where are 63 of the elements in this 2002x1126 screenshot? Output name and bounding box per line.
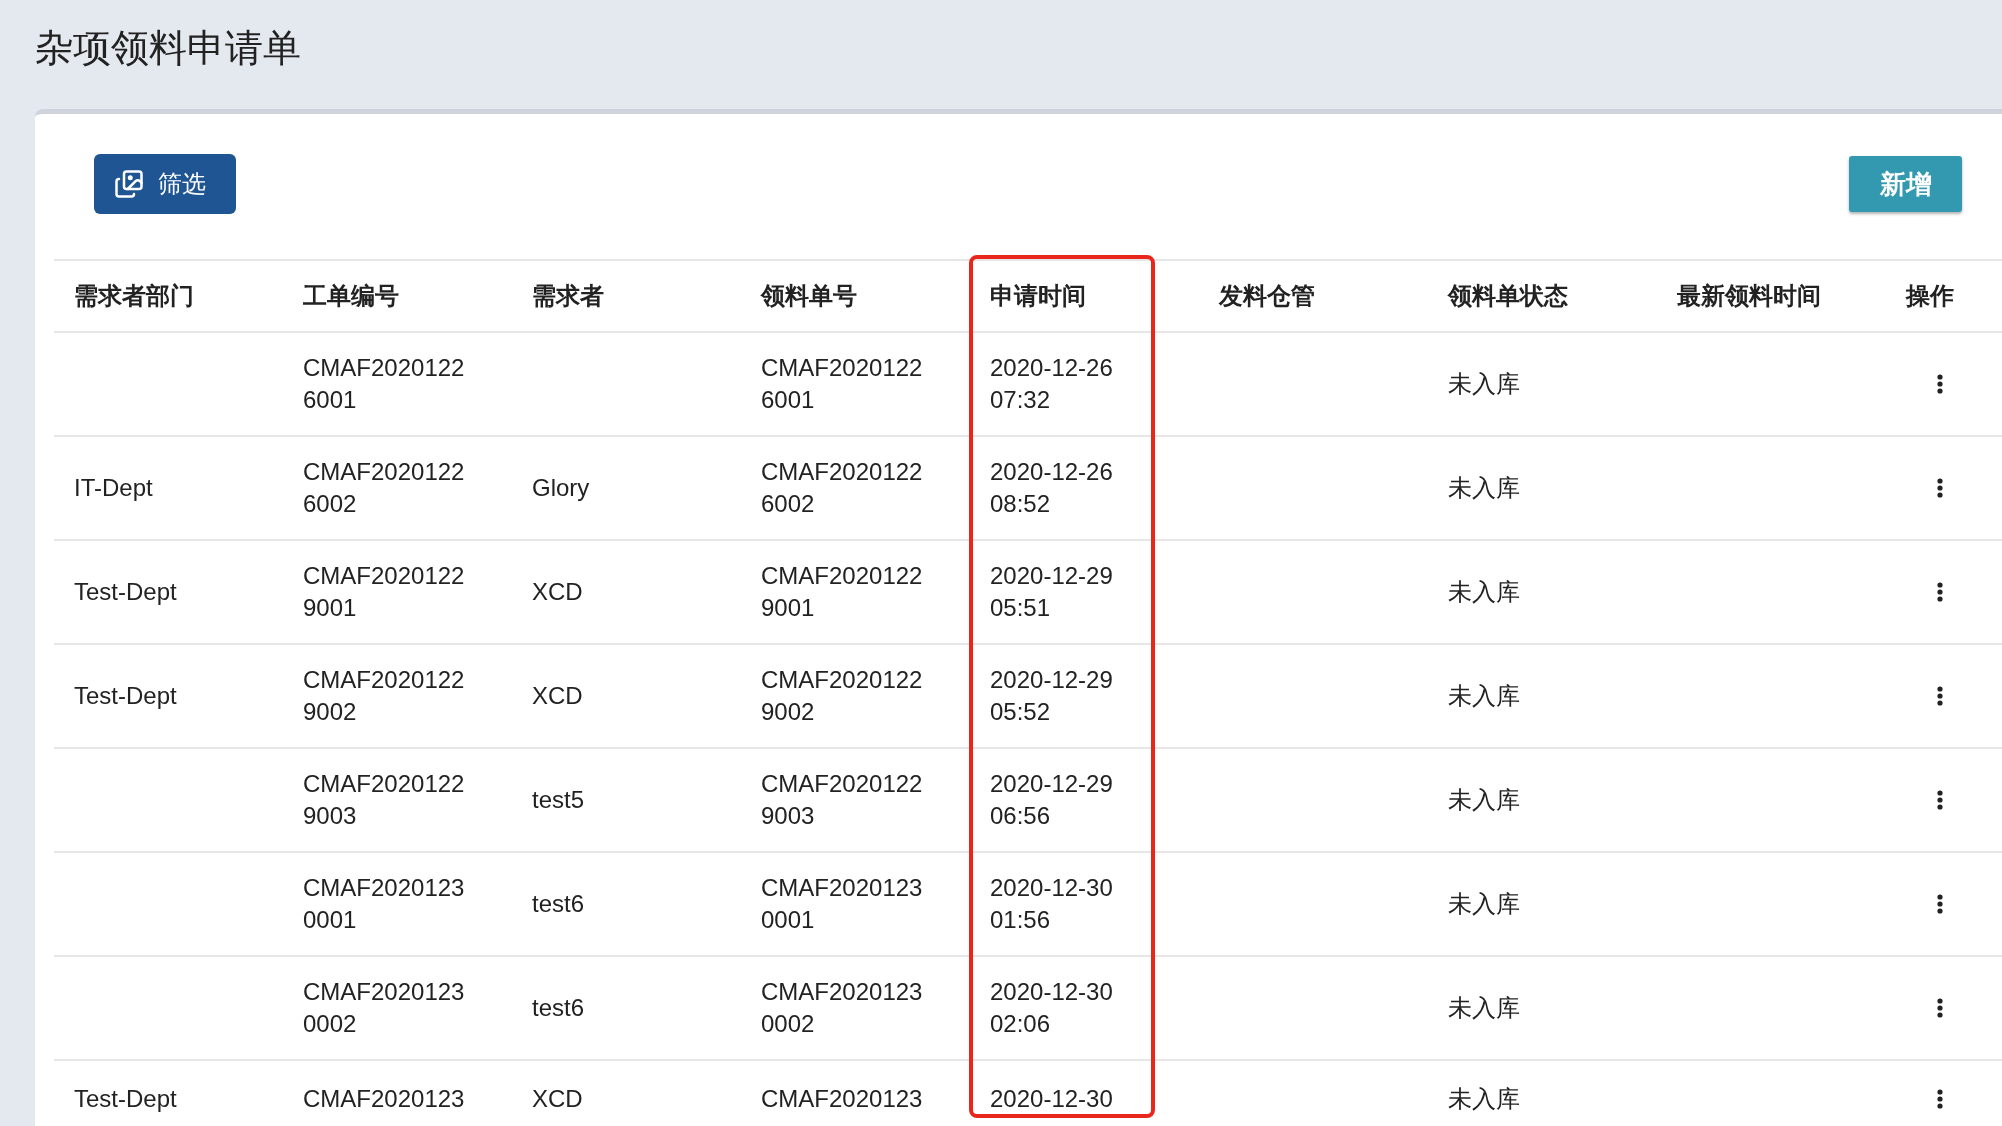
table-cell-text: 未入库 bbox=[1448, 577, 1520, 607]
vertical-dots-icon bbox=[1937, 790, 1943, 810]
table-cell-text: CMAF2020123 0002 bbox=[303, 977, 465, 1039]
table-cell-text: 2020-12-29 05:51 bbox=[990, 561, 1113, 623]
vertical-dots-icon bbox=[1937, 998, 1943, 1018]
table-cell-text: 2020-12-30 bbox=[990, 1084, 1113, 1114]
vertical-dots-icon bbox=[1937, 1089, 1943, 1109]
filter-button[interactable]: 筛选 bbox=[94, 154, 236, 214]
table-cell-text: CMAF2020122 6002 bbox=[761, 457, 923, 519]
vertical-dots-icon bbox=[1937, 478, 1943, 498]
table-cell-text: CMAF2020122 9002 bbox=[761, 665, 923, 727]
table-cell-text: CMAF2020122 9002 bbox=[303, 665, 465, 727]
table-cell-text: 2020-12-30 01:56 bbox=[990, 873, 1113, 935]
table-cell-text: XCD bbox=[532, 681, 583, 711]
column-header: 最新领料时间 bbox=[1676, 281, 1822, 311]
vertical-dots-icon bbox=[1937, 374, 1943, 394]
table-cell-text: 2020-12-29 05:52 bbox=[990, 665, 1113, 727]
table-cell-text: XCD bbox=[532, 1084, 583, 1114]
column-header: 需求者 bbox=[531, 281, 605, 311]
column-header: 发料仓管 bbox=[1217, 281, 1316, 311]
vertical-dots-icon bbox=[1937, 582, 1943, 602]
table-cell-text: CMAF2020122 9001 bbox=[761, 561, 923, 623]
column-header: 工单编号 bbox=[302, 281, 400, 311]
page-title: 杂项领料申请单 bbox=[35, 26, 301, 71]
column-header: 领料单号 bbox=[759, 281, 858, 311]
table-cell-text: 未入库 bbox=[1448, 473, 1520, 503]
table-cell-text: IT-Dept bbox=[74, 473, 153, 503]
table-cell-text: 未入库 bbox=[1448, 785, 1520, 815]
table-cell-text: Test-Dept bbox=[74, 1084, 177, 1114]
table-cell-text: 2020-12-26 07:32 bbox=[990, 353, 1113, 415]
table-cell-text: CMAF2020122 6002 bbox=[303, 457, 465, 519]
table-cell-text: 2020-12-30 02:06 bbox=[990, 977, 1113, 1039]
table-cell-text: CMAF2020122 6001 bbox=[303, 353, 465, 415]
table-cell-text: CMAF2020122 6001 bbox=[761, 353, 923, 415]
table-cell-text: 未入库 bbox=[1448, 681, 1520, 711]
table-cell-text: 2020-12-26 08:52 bbox=[990, 457, 1113, 519]
vertical-dots-icon bbox=[1937, 894, 1943, 914]
images-icon bbox=[114, 169, 144, 199]
table-cell-text: CMAF2020123 0001 bbox=[761, 873, 923, 935]
table-cell-text: test5 bbox=[532, 785, 585, 815]
table-cell-text: test6 bbox=[532, 993, 585, 1023]
table-cell-text: 未入库 bbox=[1448, 993, 1520, 1023]
table-cell-text: 未入库 bbox=[1448, 369, 1520, 399]
table-cell-text: Test-Dept bbox=[74, 577, 177, 607]
table-cell-text: 未入库 bbox=[1448, 889, 1520, 919]
table-cell-text: CMAF2020123 0001 bbox=[303, 873, 465, 935]
table-cell-text: test6 bbox=[532, 889, 585, 919]
column-header: 需求者部门 bbox=[73, 281, 195, 311]
column-header: 操作 bbox=[1904, 281, 1955, 311]
table-cell-text: CMAF2020122 9003 bbox=[761, 769, 923, 831]
table-cell-text: CMAF2020123 0002 bbox=[761, 977, 923, 1039]
table-cell-text: CMAF2020123 bbox=[761, 1084, 923, 1114]
table-cell-text: CMAF2020123 bbox=[303, 1084, 465, 1114]
table-cell-text: CMAF2020122 9003 bbox=[303, 769, 465, 831]
column-header: 领料单状态 bbox=[1446, 281, 1569, 311]
column-header: 申请时间 bbox=[989, 281, 1087, 311]
table-cell-text: Test-Dept bbox=[74, 681, 177, 711]
table-cell-text: 未入库 bbox=[1448, 1084, 1520, 1114]
table-cell-text: 2020-12-29 06:56 bbox=[990, 769, 1113, 831]
vertical-dots-icon bbox=[1937, 686, 1943, 706]
table-cell-text: CMAF2020122 9001 bbox=[303, 561, 465, 623]
table-cell-text: XCD bbox=[532, 577, 583, 607]
table-cell-text: Glory bbox=[532, 473, 590, 503]
